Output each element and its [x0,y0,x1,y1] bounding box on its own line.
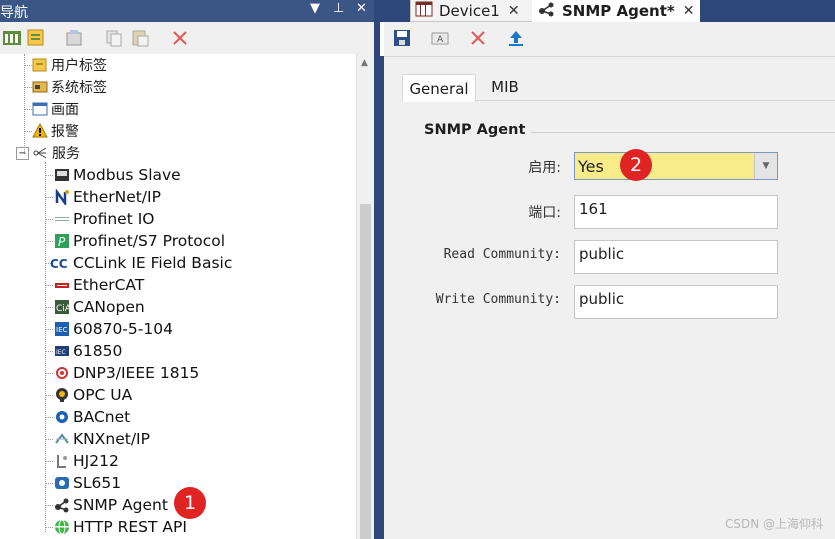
http-rest-icon [54,519,70,535]
tab-close-icon[interactable]: ✕ [508,3,520,19]
chevron-down-icon[interactable]: ▼ [754,153,777,179]
navigation-panel-title-bar: 导航 ▼ ⊥ ✕ [0,0,374,22]
cclink-icon: CC [50,255,70,271]
profinet-io-icon [54,211,70,227]
delete-icon[interactable] [170,28,190,48]
ethernetip-icon [54,189,70,205]
group-box-border [526,132,835,133]
watermark: CSDN @上海仰科 [724,517,823,531]
system-tag-icon [32,79,48,95]
tree-item-modbus-slave[interactable]: Modbus Slave [54,164,181,186]
port-input[interactable]: 161 [574,195,778,229]
close-panel-icon[interactable]: ✕ [356,1,367,16]
document-tab-bar: Device1 ✕ SNMP Agent* ✕ [380,0,835,22]
tree-item-opcua[interactable]: OPC UA [54,384,132,406]
tree-item-profinet-s7[interactable]: P Profinet/S7 Protocol [54,230,225,252]
canopen-icon: CiA [54,299,70,315]
tree-item-alarms[interactable]: 报警 [32,120,79,142]
service-node-icon [33,145,49,161]
collapse-toggle-icon[interactable]: − [16,146,29,160]
screen-icon [32,101,48,117]
copy-icon[interactable] [104,28,124,48]
tree-item-http-rest-api[interactable]: HTTP REST API [54,516,187,538]
port-label: 端口: [528,205,561,221]
write-community-label: Write Community: [435,292,561,307]
text-field-icon[interactable]: A [430,28,450,48]
tree-item-system-tags[interactable]: 系统标签 [32,76,107,98]
panel-menu-dropdown-icon[interactable]: ▼ [310,1,320,16]
svg-text:CC: CC [50,257,68,271]
tree-item-sl651[interactable]: SL651 [54,472,121,494]
svg-text:P: P [58,235,66,249]
annotation-badge-2: 2 [620,149,652,181]
tree-item-dnp3[interactable]: DNP3/IEEE 1815 [54,362,199,384]
tree-item-hj212[interactable]: HJ212 [54,450,119,472]
tree-item-services[interactable]: − 服务 [16,142,80,164]
ethercat-icon [54,277,70,293]
svg-text:IEC: IEC [56,326,67,334]
tree-item-cclink[interactable]: CC CCLink IE Field Basic [50,252,232,274]
tree-item-ethercat[interactable]: EtherCAT [54,274,144,296]
delete-icon[interactable] [468,28,488,48]
navigation-toolbar [0,22,374,55]
enable-value: Yes [578,157,604,176]
read-community-label: Read Community: [443,247,561,262]
group-title: SNMP Agent [424,122,532,138]
tree-item-user-tags[interactable]: 用户标签 [32,54,107,76]
bacnet-icon [54,409,70,425]
tab-general[interactable]: General [402,74,476,102]
tree-item-screens[interactable]: 画面 [32,98,79,120]
add-device-icon[interactable] [2,28,22,48]
modbus-icon [54,167,70,183]
tree-item-bacnet[interactable]: BACnet [54,406,130,428]
tree-item-iec-61850[interactable]: IEC 61850 [54,340,122,362]
knx-icon [54,431,70,447]
tab-mib[interactable]: MIB [480,74,530,100]
user-tag-icon [32,57,48,73]
scrollbar-thumb[interactable] [360,204,371,539]
pin-icon[interactable]: ⊥ [333,1,344,16]
editor-toolbar: A [384,22,835,57]
svg-text:CiA: CiA [56,304,70,314]
write-community-input[interactable]: public [574,285,778,319]
iec-61850-icon: IEC [54,343,70,359]
iec-104-icon: IEC [54,321,70,337]
paste-icon[interactable] [130,28,150,48]
enable-select[interactable]: Yes ▼ [574,152,778,180]
sl651-icon [54,475,70,491]
tab-close-icon[interactable]: ✕ [683,3,695,19]
svg-text:IEC: IEC [56,349,66,356]
svg-text:A: A [437,35,444,45]
enable-label: 启用: [528,160,561,176]
alarm-warning-icon [32,123,48,139]
tree-item-profinet-io[interactable]: Profinet IO [54,208,155,230]
tab-snmp-agent[interactable]: SNMP Agent* ✕ [532,0,700,22]
tree-item-snmp-agent[interactable]: SNMP Agent [54,494,168,516]
tree-item-iec-104[interactable]: IEC 60870-5-104 [54,318,173,340]
snmp-icon [54,497,70,513]
dnp3-icon [54,365,70,381]
hj212-icon [54,453,70,469]
nav-panel-title: 导航 [0,5,28,21]
read-community-input[interactable]: public [574,240,778,274]
opcua-icon [54,387,70,403]
navigation-tree: 用户标签 系统标签 画面 报警 − 服务 Modbus Slave EtherN… [0,54,356,539]
tree-item-ethernetip[interactable]: EtherNet/IP [54,186,161,208]
scroll-up-icon[interactable]: ▲ [361,58,368,68]
annotation-badge-1: 1 [174,487,206,519]
add-tag-icon[interactable] [26,28,46,48]
device-grid-icon [415,1,433,21]
tree-item-knxnet[interactable]: KNXnet/IP [54,428,150,450]
upload-icon[interactable] [506,28,526,48]
save-icon[interactable] [392,28,412,48]
tree-item-canopen[interactable]: CiA CANopen [54,296,145,318]
profinet-s7-icon: P [54,233,70,249]
navigation-scrollbar[interactable]: ▲ [356,54,375,539]
snmp-icon [538,1,556,21]
properties-icon[interactable] [64,28,84,48]
